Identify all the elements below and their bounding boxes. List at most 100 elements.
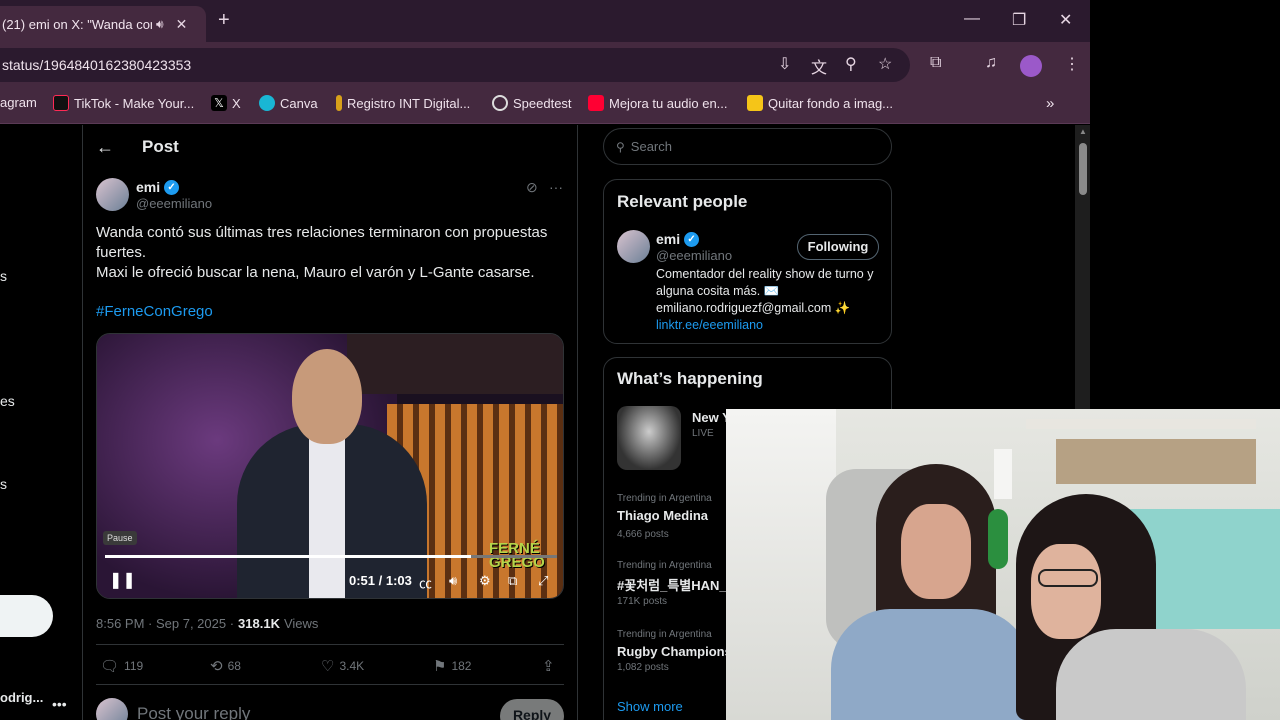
bookmark-quitar-fondo[interactable]: Quitar fondo a imag... — [747, 95, 893, 111]
url-text: status/1964840162380423353 — [2, 57, 192, 73]
video-background-top — [347, 334, 563, 394]
post-text: Wanda contó sus últimas tres relaciones … — [96, 224, 548, 281]
person-name[interactable]: emi ✓ — [656, 231, 700, 247]
relevant-people-title: Relevant people — [617, 192, 748, 211]
zoom-icon[interactable]: ⚲ — [845, 54, 857, 74]
nav-item-fragment[interactable]: es — [0, 393, 15, 409]
trend-name[interactable]: Rugby Champions — [617, 644, 732, 659]
like-action[interactable]: ♡ 3.4K — [321, 657, 364, 675]
person-handle[interactable]: @eeemiliano — [656, 248, 732, 263]
following-button[interactable]: Following — [797, 234, 879, 260]
fullscreen-icon[interactable]: ⤢ — [538, 573, 548, 589]
settings-icon[interactable]: ⚙ — [479, 573, 491, 589]
close-icon[interactable]: ✕ — [176, 16, 188, 33]
repost-icon: ⟲ — [210, 658, 223, 675]
trend-name[interactable]: #꽃처럼_특별HAN_ — [617, 575, 727, 594]
trend-name[interactable]: Thiago Medina — [617, 508, 708, 523]
cam-shelf — [1056, 439, 1256, 484]
pip-icon[interactable]: ⧉ — [508, 573, 517, 589]
bookmark-x[interactable]: 𝕏X — [211, 95, 241, 111]
live-event-thumbnail[interactable] — [617, 406, 681, 470]
reply-button[interactable]: Reply — [500, 699, 564, 720]
minimize-button[interactable]: — — [964, 10, 980, 28]
account-name[interactable]: odrig... — [0, 690, 43, 705]
reply-input[interactable]: Post your reply — [137, 704, 250, 720]
hashtag-link[interactable]: #FerneConGrego — [96, 303, 213, 320]
bio-link[interactable]: linktr.ee/eeemiliano — [656, 318, 763, 332]
youtube-icon — [588, 95, 604, 111]
bookmark-icon: ⚑ — [433, 658, 447, 675]
video-progress-bar[interactable] — [105, 555, 557, 558]
search-box[interactable]: ⚲ — [603, 128, 892, 165]
person-avatar[interactable] — [617, 230, 650, 263]
video-time: 0:51 / 1:03 — [349, 573, 412, 588]
bookmark-registro[interactable]: Registro INT Digital... — [336, 95, 470, 111]
scrollbar-thumb[interactable] — [1079, 143, 1087, 195]
speedtest-icon — [492, 95, 508, 111]
bookmark-canva[interactable]: Canva — [259, 95, 318, 111]
repost-action[interactable]: ⟲ 68 — [210, 657, 241, 675]
nav-item-fragment[interactable]: s — [0, 268, 7, 284]
captions-icon[interactable]: ㏄ — [419, 573, 432, 592]
menu-icon[interactable]: ⋮ — [1064, 54, 1080, 74]
toolbar: status/1964840162380423353 — [0, 42, 1090, 86]
author-avatar[interactable] — [96, 178, 129, 211]
post-compose-button[interactable] — [0, 595, 53, 637]
x-icon: 𝕏 — [211, 95, 227, 111]
search-icon: ⚲ — [616, 139, 625, 154]
bookmark-tiktok[interactable]: TikTok - Make Your... — [53, 95, 194, 111]
reply-icon: 🗨︎ — [100, 658, 120, 675]
bookmark-youtube[interactable]: Mejora tu audio en... — [588, 95, 728, 111]
live-event-name[interactable]: New Y — [692, 410, 731, 425]
bookmark-speedtest[interactable]: Speedtest — [492, 95, 572, 111]
tab-active[interactable]: (21) emi on X: "Wanda cont 🔊︎ ✕ — [0, 6, 206, 42]
canva-icon — [259, 95, 275, 111]
grok-icon[interactable]: ⊘ — [526, 179, 538, 196]
author-name[interactable]: emi ✓ — [136, 179, 180, 195]
address-bar[interactable]: status/1964840162380423353 — [0, 48, 910, 82]
scroll-up-icon[interactable]: ▲ — [1079, 127, 1087, 136]
person-bio: Comentador del reality show de turno y a… — [656, 267, 874, 332]
author-handle[interactable]: @eeemiliano — [136, 196, 212, 211]
trend-count: 171K posts — [617, 596, 668, 607]
cam-person-right-shirt — [1056, 629, 1246, 720]
trend-count: 1,082 posts — [617, 662, 669, 673]
cam-shelf-top — [1026, 419, 1256, 429]
new-tab-button[interactable]: + — [218, 9, 230, 32]
show-more-link[interactable]: Show more — [617, 699, 683, 714]
speaker-icon[interactable]: 🔊︎ — [156, 17, 164, 32]
bookmark-action[interactable]: ⚑ 182 — [433, 657, 471, 675]
more-bookmarks-icon[interactable]: » — [1046, 95, 1054, 112]
video-player[interactable]: FERNÉ GREGO Pause ❚❚ 0:51 / 1:03 ㏄ 🔊︎ ⚙ ⧉… — [96, 333, 564, 599]
whats-happening-title: What’s happening — [617, 369, 763, 388]
cam-person-left-shirt — [831, 609, 1031, 720]
search-input[interactable] — [630, 139, 871, 154]
video-progress-fill — [105, 555, 472, 558]
close-window-button[interactable]: ✕ — [1059, 10, 1072, 30]
reply-action[interactable]: 🗨︎ 119 — [100, 657, 143, 675]
back-arrow-icon[interactable]: ← — [96, 137, 114, 158]
translate-icon[interactable]: 文 — [811, 54, 827, 78]
volume-icon[interactable]: 🔊︎ — [449, 573, 457, 589]
more-icon[interactable]: ••• — [52, 696, 67, 712]
views-count: 318.1K — [238, 616, 280, 631]
nav-item-fragment[interactable]: s — [0, 476, 7, 492]
restore-button[interactable]: ❐ — [1012, 10, 1026, 30]
divider — [96, 684, 564, 685]
bookmark-instagram[interactable]: agram — [0, 95, 37, 110]
profile-avatar[interactable] — [1020, 55, 1042, 77]
cam-person-right-face — [1031, 544, 1101, 639]
trend-context: Trending in Argentina — [617, 560, 712, 571]
pause-tooltip: Pause — [103, 531, 137, 545]
heart-icon: ♡ — [321, 658, 335, 675]
share-icon[interactable]: ⇪ — [542, 657, 555, 675]
pause-button[interactable]: ❚❚ — [109, 570, 136, 590]
star-icon[interactable]: ☆ — [878, 54, 892, 74]
more-options-icon[interactable]: ··· — [549, 179, 563, 195]
install-icon[interactable]: ⇩ — [778, 54, 791, 74]
divider — [96, 644, 564, 645]
video-person-shirt — [309, 439, 345, 598]
media-icon[interactable]: ♫ — [985, 54, 997, 72]
relevant-people-card: Relevant people emi ✓ @eeemiliano Followi… — [603, 179, 892, 344]
extensions-icon[interactable]: ⧉ — [930, 54, 941, 72]
